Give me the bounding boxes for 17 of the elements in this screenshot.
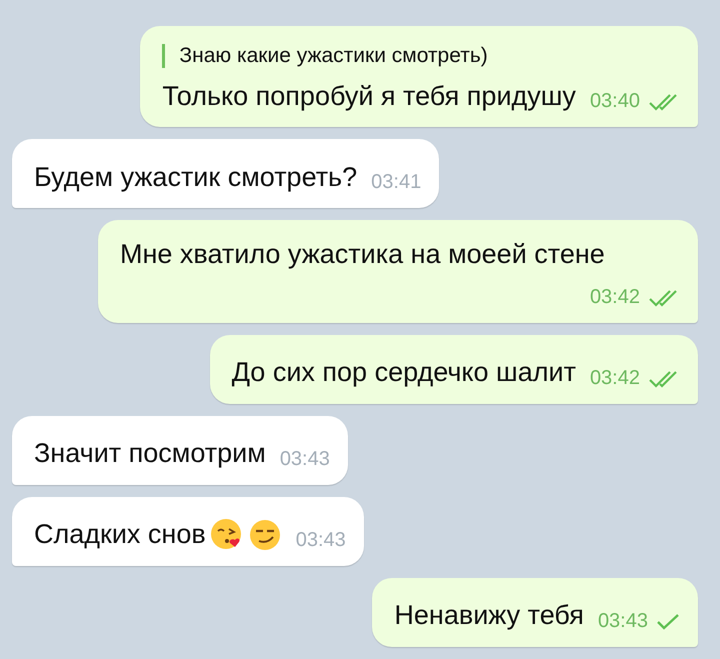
- message-text: Только попробуй я тебя придушу: [162, 80, 576, 113]
- message-text: До сих пор сердечко шалит: [232, 356, 576, 390]
- message-text: Мне хватило ужастика на моеей стене: [120, 238, 605, 272]
- message-time: 03:43: [280, 448, 330, 471]
- message-text: Значит посмотрим: [34, 437, 266, 470]
- message-time: 03:42: [590, 286, 640, 309]
- message-time: 03:41: [371, 171, 422, 194]
- message-time: 03:40: [590, 90, 640, 114]
- kissing-emoji-icon: [210, 518, 244, 552]
- message-text: Ненавижу тебя: [394, 599, 584, 632]
- message-time: 03:43: [598, 610, 648, 633]
- message-text: Сладких снов: [34, 518, 206, 552]
- message-time: 03:42: [590, 367, 640, 390]
- smirking-emoji-icon: [248, 518, 282, 552]
- quoted-text: Знаю какие ужастики смотреть): [162, 44, 576, 68]
- message-time: 03:43: [296, 529, 346, 552]
- message-text: Будем ужастик смотреть?: [34, 160, 358, 194]
